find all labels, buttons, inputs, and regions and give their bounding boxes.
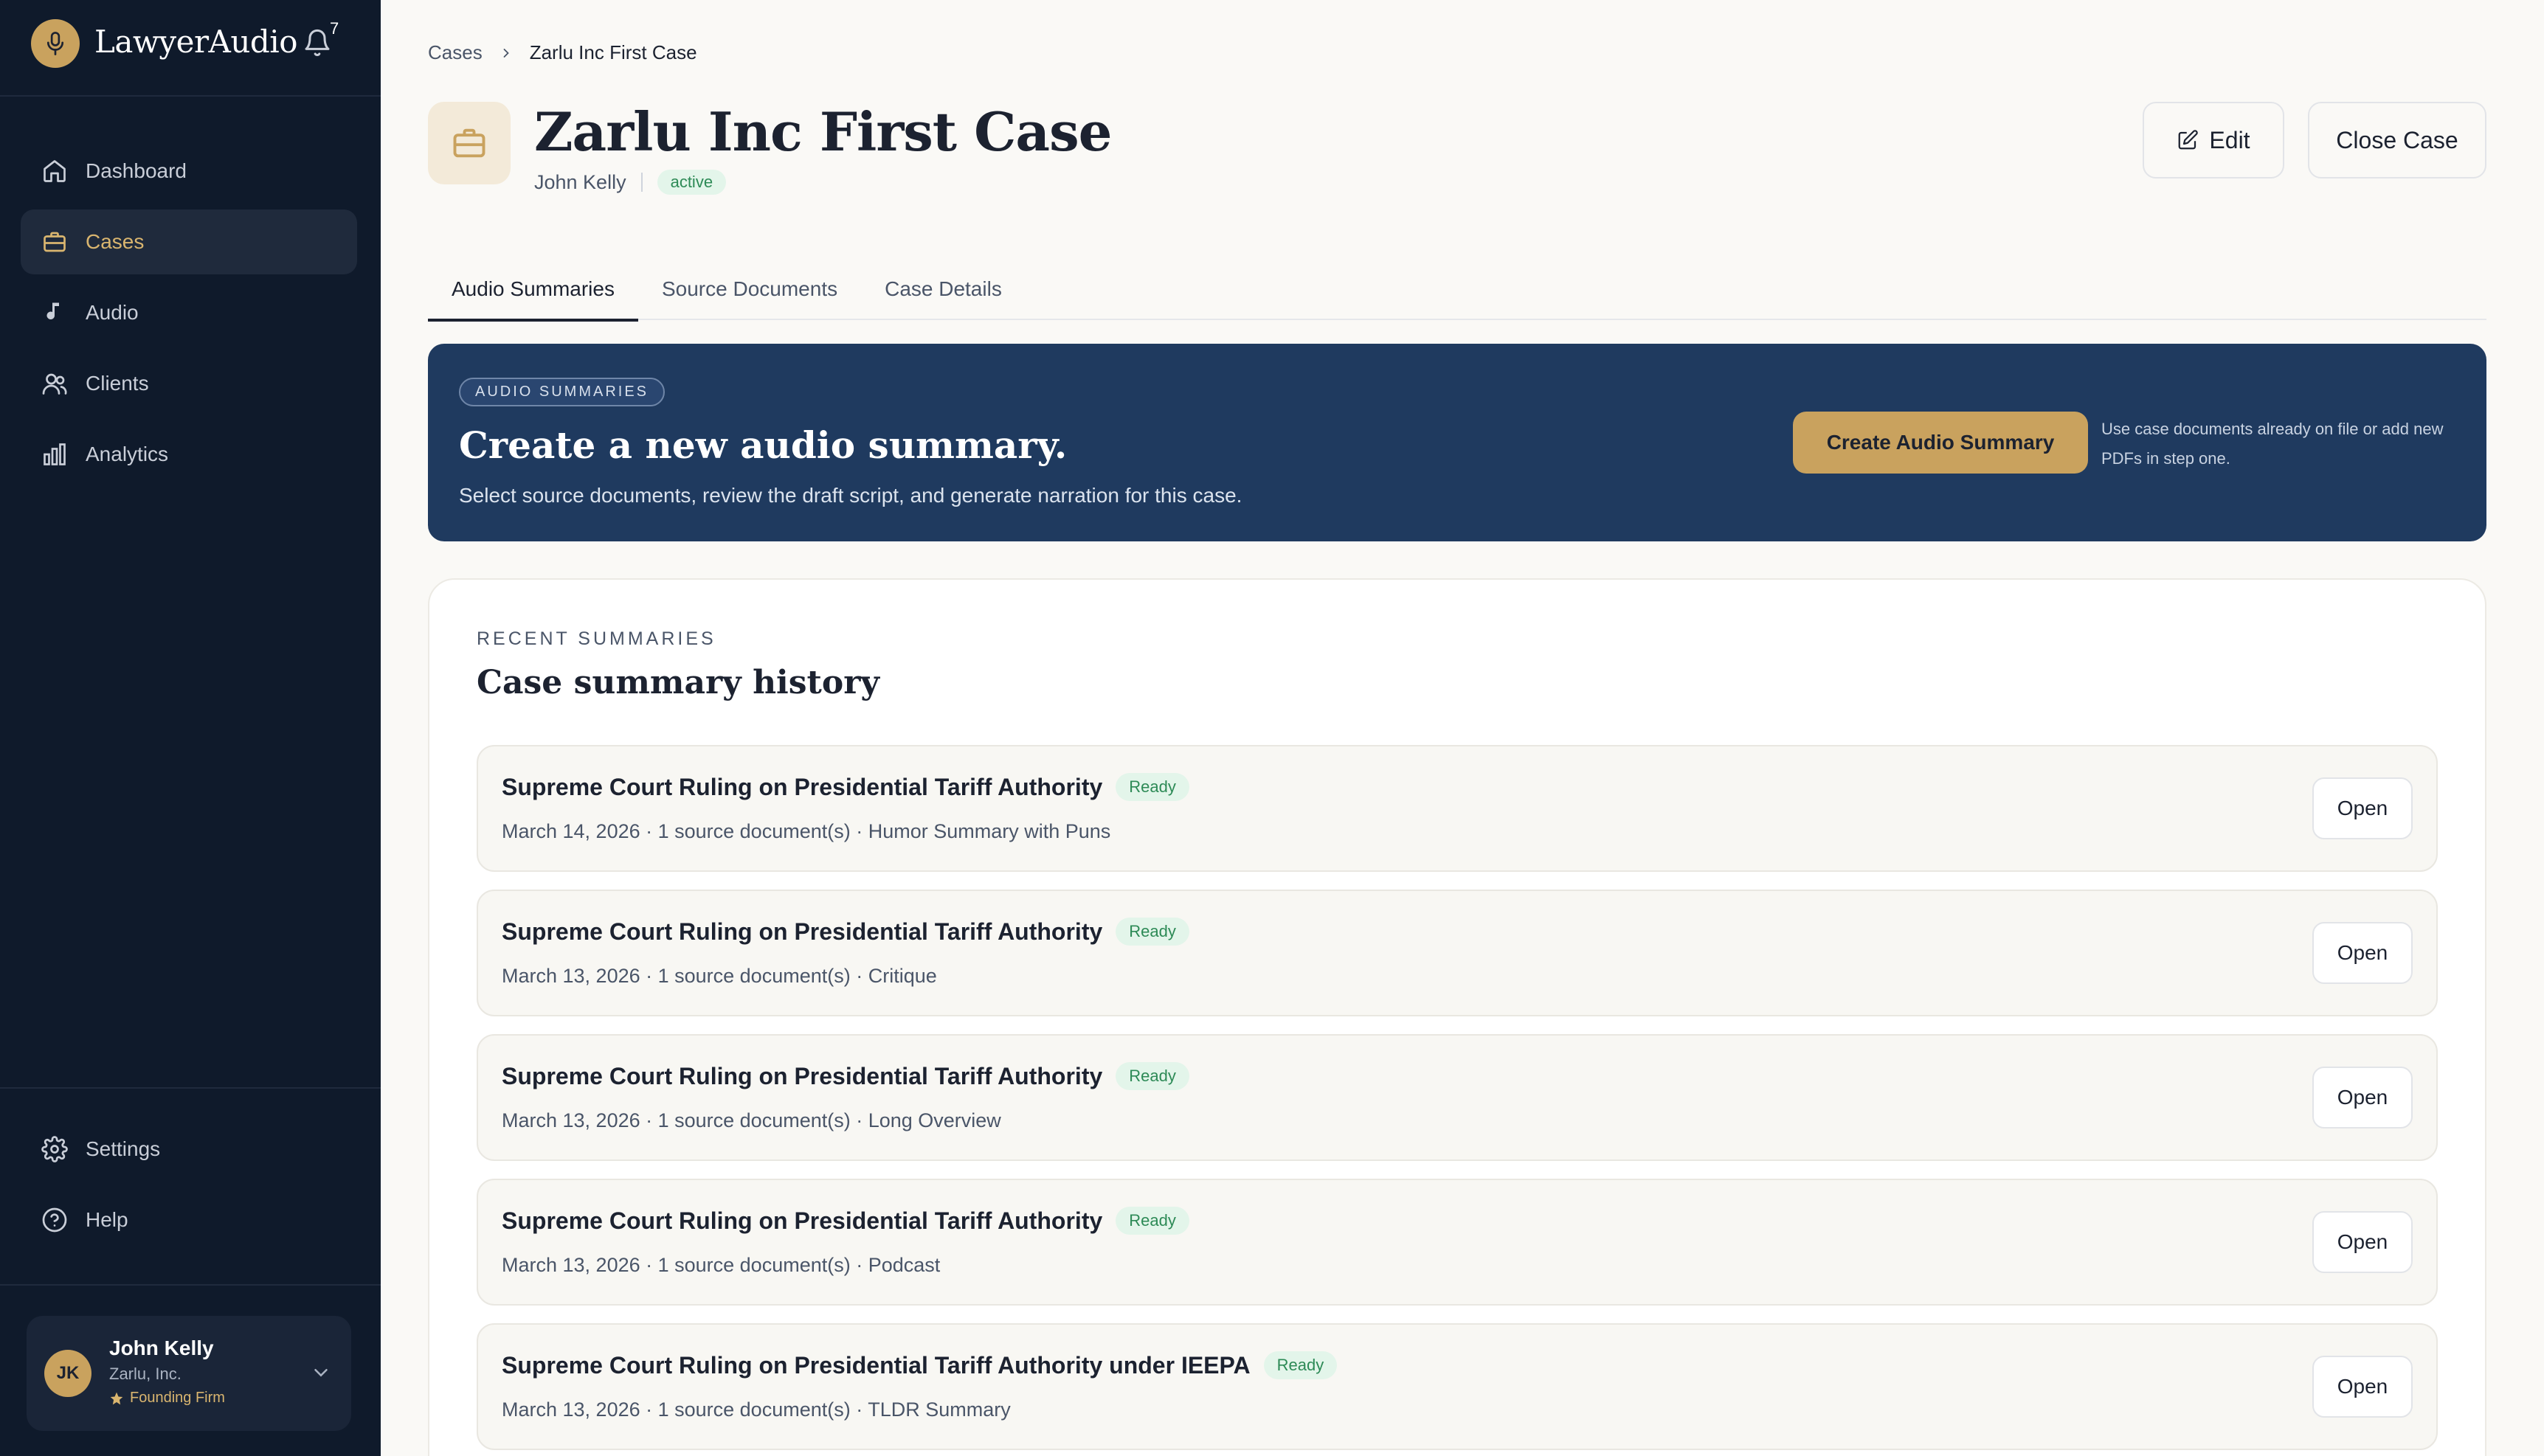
sidebar-divider: [0, 1087, 381, 1089]
main-content: Cases Zarlu Inc First Case Zarlu Inc Fir…: [381, 0, 2544, 1456]
tab-source-documents[interactable]: Source Documents: [638, 267, 861, 320]
nav-label: Clients: [86, 372, 149, 395]
brand-name[interactable]: LawyerAudio: [94, 24, 298, 60]
status-badge: Ready: [1263, 1351, 1338, 1379]
status-badge: Ready: [1116, 918, 1189, 946]
microphone-icon[interactable]: [31, 19, 80, 68]
summary-row[interactable]: Supreme Court Ruling on Presidential Tar…: [477, 890, 2438, 1016]
nav-label: Cases: [86, 230, 145, 253]
chevron-down-icon[interactable]: [310, 1362, 332, 1384]
summary-meta: March 13, 2026 · 1 source document(s) · …: [502, 1109, 1001, 1131]
case-meta: John Kelly active: [534, 170, 727, 195]
edit-button[interactable]: Edit: [2143, 102, 2284, 178]
section-eyebrow: RECENT SUMMARIES: [477, 628, 716, 649]
open-button[interactable]: Open: [2312, 777, 2413, 839]
summary-title-line: Supreme Court Ruling on Presidential Tar…: [502, 918, 1189, 946]
status-badge: Ready: [1116, 1062, 1189, 1090]
summary-title-line: Supreme Court Ruling on Presidential Tar…: [502, 1351, 1338, 1379]
edit-icon: [2179, 130, 2199, 150]
nav-label: Help: [86, 1208, 128, 1231]
tab-case-details[interactable]: Case Details: [861, 267, 1026, 320]
chevron-right-icon: [503, 48, 509, 58]
breadcrumb-current: Zarlu Inc First Case: [529, 41, 697, 63]
banner-tag: AUDIO SUMMARIES: [459, 378, 666, 406]
create-summary-banner: AUDIO SUMMARIES Create a new audio summa…: [428, 344, 2486, 541]
avatar: JK: [44, 1350, 91, 1397]
nav-item-clients[interactable]: Clients: [21, 351, 357, 416]
user-tier-label: Founding Firm: [130, 1390, 225, 1406]
nav-label: Dashboard: [86, 159, 187, 182]
page-title: Zarlu Inc First Case: [534, 100, 1112, 163]
summary-row[interactable]: Supreme Court Ruling on Presidential Tar…: [477, 745, 2438, 872]
nav-item-audio[interactable]: Audio: [21, 280, 357, 345]
banner-subtitle: Select source documents, review the draf…: [459, 484, 1242, 507]
nav-label: Analytics: [86, 443, 169, 465]
open-button[interactable]: Open: [2312, 1211, 2413, 1273]
nav-item-cases[interactable]: Cases: [21, 209, 357, 274]
summary-history-card: RECENT SUMMARIES Case summary history Su…: [428, 578, 2486, 1456]
user-tier: Founding Firm: [109, 1390, 225, 1407]
notification-count: 7: [330, 19, 339, 38]
secondary-nav: Settings Help: [21, 1117, 357, 1258]
status-badge: Ready: [1116, 773, 1189, 801]
banner-title: Create a new audio summary.: [459, 423, 1068, 467]
main-nav: Dashboard Cases Audio Clients Analytics: [21, 139, 357, 493]
open-button[interactable]: Open: [2312, 922, 2413, 984]
summary-row[interactable]: Supreme Court Ruling on Presidential Tar…: [477, 1323, 2438, 1450]
user-org: Zarlu, Inc.: [109, 1365, 182, 1383]
summary-title: Supreme Court Ruling on Presidential Tar…: [502, 918, 1103, 945]
case-owner: John Kelly: [534, 170, 626, 193]
home-icon: [40, 156, 69, 186]
status-badge: active: [657, 170, 727, 195]
star-icon: [110, 1392, 123, 1404]
nav-item-dashboard[interactable]: Dashboard: [21, 139, 357, 204]
tab-audio-summaries[interactable]: Audio Summaries: [428, 267, 638, 322]
sidebar: LawyerAudio 7 Dashboard Cases Audio Clie…: [0, 0, 381, 1456]
user-name: John Kelly: [109, 1337, 214, 1359]
nav-label: Audio: [86, 301, 139, 324]
help-circle-icon: [40, 1205, 69, 1235]
summary-title-line: Supreme Court Ruling on Presidential Tar…: [502, 773, 1189, 801]
summary-meta: March 13, 2026 · 1 source document(s) · …: [502, 1254, 941, 1276]
nav-label: Settings: [86, 1137, 161, 1160]
summary-meta: March 13, 2026 · 1 source document(s) · …: [502, 1398, 1011, 1421]
briefcase-icon: [428, 102, 511, 184]
bell-icon[interactable]: [303, 28, 332, 58]
summary-title: Supreme Court Ruling on Presidential Tar…: [502, 1062, 1103, 1089]
close-case-button[interactable]: Close Case: [2308, 102, 2486, 178]
section-title: Case summary history: [477, 664, 879, 701]
summary-title-line: Supreme Court Ruling on Presidential Tar…: [502, 1062, 1189, 1090]
nav-item-help[interactable]: Help: [21, 1188, 357, 1252]
summary-title: Supreme Court Ruling on Presidential Tar…: [502, 1351, 1251, 1379]
summary-row[interactable]: Supreme Court Ruling on Presidential Tar…: [477, 1179, 2438, 1306]
user-menu[interactable]: JK John Kelly Zarlu, Inc. Founding Firm: [27, 1316, 351, 1431]
summary-meta: March 14, 2026 · 1 source document(s) · …: [502, 820, 1111, 842]
meta-divider: [640, 173, 643, 192]
summary-title-line: Supreme Court Ruling on Presidential Tar…: [502, 1207, 1189, 1235]
open-button[interactable]: Open: [2312, 1067, 2413, 1129]
tab-bar: Audio Summaries Source Documents Case De…: [428, 267, 2486, 322]
gear-icon: [40, 1134, 69, 1164]
users-icon: [40, 369, 69, 398]
bar-chart-icon: [40, 440, 69, 469]
nav-item-analytics[interactable]: Analytics: [21, 422, 357, 487]
music-note-icon: [40, 298, 69, 327]
sidebar-divider: [0, 1284, 381, 1286]
summary-row[interactable]: Supreme Court Ruling on Presidential Tar…: [477, 1034, 2438, 1161]
summary-title: Supreme Court Ruling on Presidential Tar…: [502, 1207, 1103, 1234]
edit-label: Edit: [2209, 126, 2250, 153]
breadcrumb-cases-link[interactable]: Cases: [428, 41, 483, 64]
status-badge: Ready: [1116, 1207, 1189, 1235]
breadcrumb: Cases Zarlu Inc First Case: [428, 41, 697, 64]
nav-item-settings[interactable]: Settings: [21, 1117, 357, 1182]
open-button[interactable]: Open: [2312, 1356, 2413, 1418]
brand-header: LawyerAudio 7: [0, 0, 381, 97]
summary-title: Supreme Court Ruling on Presidential Tar…: [502, 773, 1103, 800]
banner-hint: Use case documents already on file or ad…: [2101, 420, 2444, 468]
briefcase-icon: [40, 227, 69, 257]
create-audio-summary-button[interactable]: Create Audio Summary: [1793, 412, 2088, 474]
summary-meta: March 13, 2026 · 1 source document(s) · …: [502, 965, 937, 987]
